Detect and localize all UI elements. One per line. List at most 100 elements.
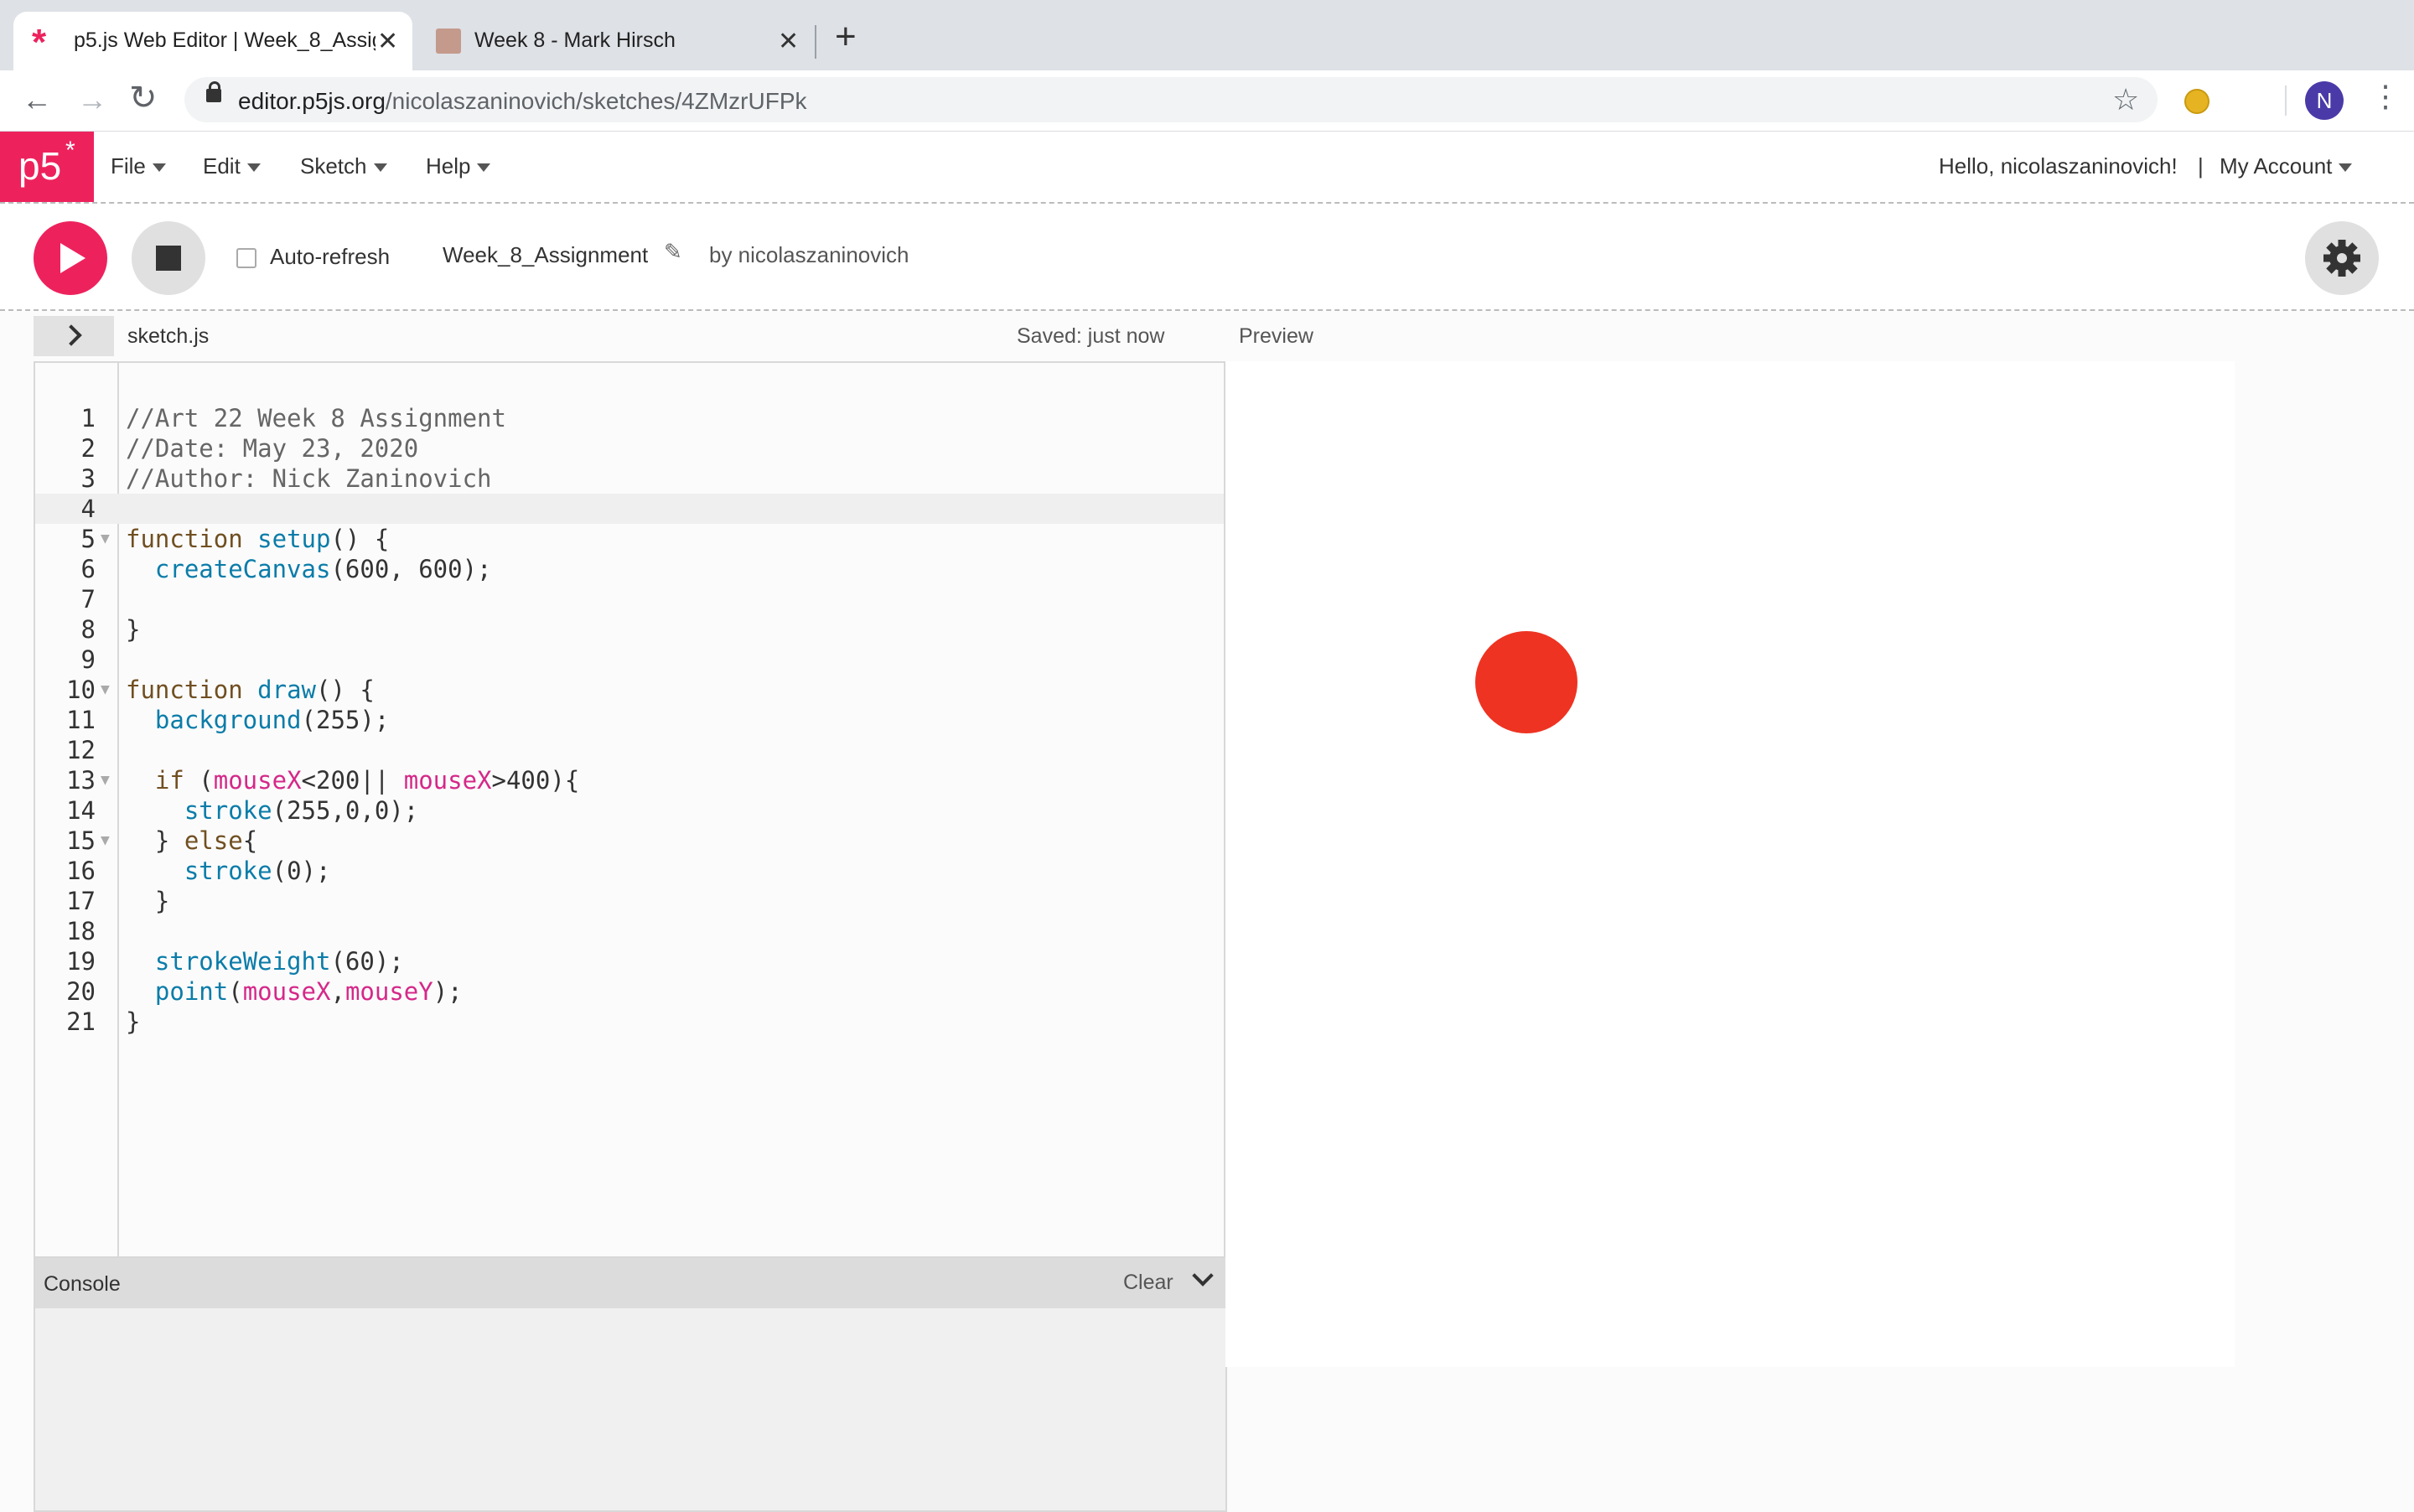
stop-button[interactable] xyxy=(132,221,205,295)
browser-tab[interactable]: Week 8 - Mark Hirsch ✕ xyxy=(424,12,810,70)
line-number: 18 xyxy=(66,917,96,945)
code-line[interactable]: 17 } xyxy=(35,886,1224,916)
sketch-preview-canvas[interactable] xyxy=(1225,361,2235,1367)
line-number: 12 xyxy=(66,736,96,764)
code-line[interactable]: 6 createCanvas(600, 600); xyxy=(35,554,1224,584)
reload-icon[interactable]: ↻ xyxy=(129,79,158,117)
line-number: 10 xyxy=(66,676,96,704)
auto-refresh-label: Auto-refresh xyxy=(270,244,391,269)
code-token: stroke xyxy=(184,796,272,825)
menu-sketch[interactable]: Sketch xyxy=(300,153,387,179)
menu-file[interactable]: File xyxy=(111,153,166,179)
preview-label: Preview xyxy=(1239,324,1313,348)
console-clear-button[interactable]: Clear xyxy=(1123,1271,1173,1295)
code-editor[interactable]: 1 //Art 22 Week 8 Assignment 2 //Date: May … xyxy=(34,361,1225,1258)
sketch-name[interactable]: Week_8_Assignment xyxy=(443,242,648,268)
my-account-menu[interactable]: My Account xyxy=(2220,153,2353,179)
code-line[interactable]: 18 xyxy=(35,916,1224,946)
code-text: //Author: Nick Zaninovich xyxy=(126,463,492,494)
browser-tab-active[interactable]: * p5.js Web Editor | Week_8_Assignment ✕ xyxy=(13,12,412,70)
nav-separator: | xyxy=(2198,153,2204,179)
tab-title: p5.js Web Editor | Week_8_Assignment xyxy=(74,28,376,52)
code-line[interactable]: 16 stroke(0); xyxy=(35,856,1224,886)
code-line[interactable]: 8} xyxy=(35,614,1224,645)
p5-logo[interactable]: p5 * xyxy=(0,132,94,202)
extension-icon[interactable] xyxy=(2184,89,2209,114)
chevron-down-icon xyxy=(246,163,261,173)
new-tab-button[interactable]: + xyxy=(835,18,857,55)
code-token: if xyxy=(154,766,184,795)
code-token: ( xyxy=(228,977,243,1006)
fold-arrow-icon[interactable]: ▼ xyxy=(101,826,110,856)
fold-arrow-icon[interactable]: ▼ xyxy=(101,524,110,554)
code-line[interactable]: 4 xyxy=(35,494,1224,524)
code-line[interactable]: 2 //Date: May 23, 2020 xyxy=(35,433,1224,463)
sidebar-toggle-button[interactable] xyxy=(34,316,114,356)
back-arrow-icon[interactable]: ← xyxy=(22,82,52,117)
code-text: stroke(0); xyxy=(126,856,331,886)
code-token: background xyxy=(154,706,302,734)
profile-avatar[interactable]: N xyxy=(2305,81,2344,120)
menu-edit[interactable]: Edit xyxy=(203,153,261,179)
code-token: >400){ xyxy=(491,766,580,795)
editor-header: sketch.js Saved: just now Preview xyxy=(34,314,1313,361)
code-line[interactable]: 9 xyxy=(35,645,1224,675)
code-token: function xyxy=(126,676,243,704)
bookmark-star-icon[interactable]: ☆ xyxy=(2112,82,2139,117)
fold-arrow-icon[interactable]: ▼ xyxy=(101,675,110,705)
code-text: function draw() { xyxy=(126,675,375,705)
code-line[interactable]: 7 xyxy=(35,584,1224,614)
line-number: 21 xyxy=(66,1007,96,1036)
play-button[interactable] xyxy=(34,221,107,295)
console-header: Console Clear xyxy=(35,1258,1225,1308)
code-line[interactable]: 3 //Author: Nick Zaninovich xyxy=(35,463,1224,494)
logo-asterisk: * xyxy=(65,137,75,164)
close-tab-icon[interactable]: ✕ xyxy=(778,27,799,56)
code-text: background(255); xyxy=(126,705,389,735)
editor-nav-bar: p5 * File Edit Sketch Help Hello, nicola… xyxy=(0,132,2414,204)
code-line[interactable]: 11 background(255); xyxy=(35,705,1224,735)
code-line[interactable]: 1 //Art 22 Week 8 Assignment xyxy=(35,403,1224,433)
line-number: 2 xyxy=(80,434,96,463)
line-number: 14 xyxy=(66,796,96,825)
code-line[interactable]: 19 strokeWeight(60); xyxy=(35,946,1224,976)
code-text: stroke(255,0,0); xyxy=(126,795,418,826)
code-token: ); xyxy=(433,977,463,1006)
code-line[interactable]: 13 ▼ if (mouseX<200|| mouseX>400){ xyxy=(35,765,1224,795)
line-number: 6 xyxy=(80,555,96,583)
code-token: () { xyxy=(330,525,390,553)
code-line[interactable]: 5 ▼ function setup() { xyxy=(35,524,1224,554)
address-bar[interactable]: editor.p5js.org/nicolaszaninovich/sketch… xyxy=(184,77,2158,122)
code-line[interactable]: 14 stroke(255,0,0); xyxy=(35,795,1224,826)
code-line[interactable]: 21} xyxy=(35,1007,1224,1037)
code-line[interactable]: 12 xyxy=(35,735,1224,765)
chevron-right-icon xyxy=(60,324,82,346)
lock-shackle xyxy=(209,81,220,92)
url-path: /nicolaszaninovich/sketches/4ZMzrUFPk xyxy=(385,88,807,114)
menu-help[interactable]: Help xyxy=(426,153,491,179)
fold-arrow-icon[interactable]: ▼ xyxy=(101,765,110,795)
browser-menu-icon[interactable]: ⋮ xyxy=(2370,79,2401,114)
code-text: } xyxy=(126,614,140,645)
code-token: createCanvas xyxy=(154,555,331,583)
settings-button[interactable] xyxy=(2305,221,2379,295)
chevron-down-icon[interactable] xyxy=(1192,1265,1214,1287)
auto-refresh-checkbox[interactable] xyxy=(236,248,256,268)
file-tab-name[interactable]: sketch.js xyxy=(127,324,209,349)
code-line[interactable]: 20 point(mouseX,mouseY); xyxy=(35,976,1224,1007)
forward-arrow-icon[interactable]: → xyxy=(77,82,107,117)
user-greeting: Hello, nicolaszaninovich! xyxy=(1939,153,2178,179)
line-number: 9 xyxy=(80,645,96,674)
code-line[interactable]: 15 ▼ } else{ xyxy=(35,826,1224,856)
toolbar-divider xyxy=(2285,85,2287,116)
pencil-icon[interactable]: ✎ xyxy=(664,239,682,265)
code-text: if (mouseX<200|| mouseX>400){ xyxy=(126,765,579,795)
close-tab-icon[interactable]: ✕ xyxy=(377,27,398,56)
line-number: 19 xyxy=(66,947,96,976)
code-line[interactable]: 10 ▼ function draw() { xyxy=(35,675,1224,705)
